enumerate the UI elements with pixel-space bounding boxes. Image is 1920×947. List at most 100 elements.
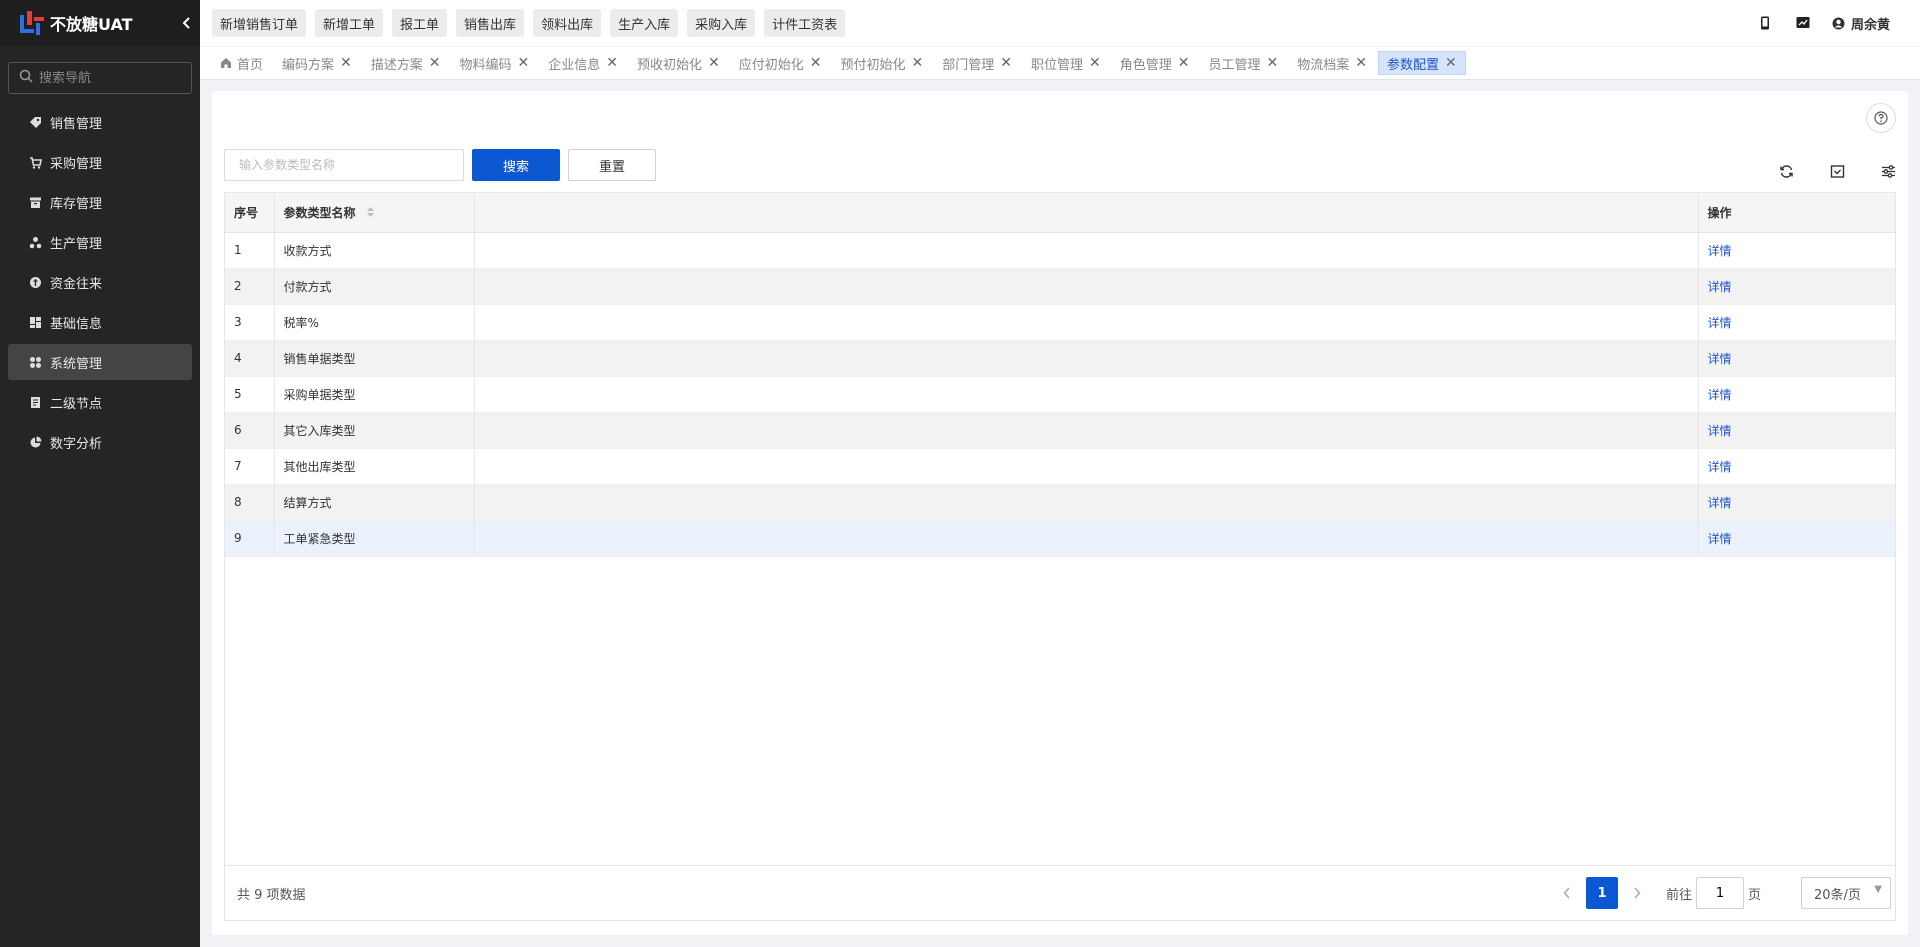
close-icon[interactable]: ✕ xyxy=(429,55,441,71)
prev-page-icon[interactable] xyxy=(1552,877,1582,909)
sidebar-item-production[interactable]: 生产管理 xyxy=(8,224,192,260)
cell-name: 其他出库类型 xyxy=(274,448,475,485)
reset-button[interactable]: 重置 xyxy=(568,149,656,181)
quick-production-inbound-button[interactable]: 生产入库 xyxy=(610,9,679,37)
tab-home[interactable]: 首页 xyxy=(212,51,271,75)
close-icon[interactable]: ✕ xyxy=(1445,55,1457,71)
col-header-name[interactable]: 参数类型名称 xyxy=(274,193,475,233)
close-icon[interactable]: ✕ xyxy=(1355,55,1367,71)
sidebar-item-analytics[interactable]: 数字分析 xyxy=(8,424,192,460)
help-icon[interactable] xyxy=(1866,103,1896,133)
next-page-icon[interactable] xyxy=(1622,877,1652,909)
sort-icon[interactable] xyxy=(366,206,375,221)
quick-purchase-inbound-button[interactable]: 采购入库 xyxy=(687,9,756,37)
column-settings-icon[interactable] xyxy=(1878,161,1898,181)
quick-piecework-wage-button[interactable]: 计件工资表 xyxy=(764,9,846,37)
mobile-icon[interactable] xyxy=(1760,16,1770,30)
tab-label: 预收初始化 xyxy=(637,57,703,73)
tab-payable-init[interactable]: 应付初始化 ✕ xyxy=(731,51,830,75)
tab-prepay-init[interactable]: 预付初始化 ✕ xyxy=(833,51,932,75)
page-number-current[interactable]: 1 xyxy=(1585,877,1618,909)
tab-role[interactable]: 角色管理 ✕ xyxy=(1112,51,1198,75)
goto-page-input[interactable] xyxy=(1695,877,1744,909)
close-icon[interactable]: ✕ xyxy=(1267,55,1279,71)
detail-link[interactable]: 详情 xyxy=(1698,484,1895,521)
cell-blank xyxy=(474,232,1699,269)
page-size-select[interactable]: 20条/页 ▼ xyxy=(1801,877,1891,909)
close-icon[interactable]: ✕ xyxy=(1089,55,1101,71)
sidebar-item-funds[interactable]: 资金往来 xyxy=(8,264,192,300)
collapse-sidebar-icon[interactable] xyxy=(174,14,200,33)
refresh-icon[interactable] xyxy=(1776,161,1796,181)
quick-work-report-button[interactable]: 报工单 xyxy=(392,9,448,37)
brand-logo-icon xyxy=(20,11,44,35)
detail-link[interactable]: 详情 xyxy=(1698,304,1895,341)
tab-employee[interactable]: 员工管理 ✕ xyxy=(1201,51,1287,75)
param-table: 序号 参数类型名称 操作 1 收款方式 详情 2 付款方式 详情 3 税率% 详… xyxy=(225,193,1895,557)
tab-label: 首页 xyxy=(237,57,264,73)
sidebar-item-sales[interactable]: 销售管理 xyxy=(8,104,192,140)
tab-description-scheme[interactable]: 描述方案 ✕ xyxy=(363,51,449,75)
detail-link[interactable]: 详情 xyxy=(1698,376,1895,413)
sidebar-item-system[interactable]: 系统管理 xyxy=(8,344,192,380)
cell-index: 9 xyxy=(225,520,275,557)
close-icon[interactable]: ✕ xyxy=(1000,55,1012,71)
detail-link[interactable]: 详情 xyxy=(1698,448,1895,485)
cell-name: 销售单据类型 xyxy=(274,340,475,377)
tab-label: 员工管理 xyxy=(1208,57,1261,73)
cell-blank xyxy=(474,376,1699,413)
page-unit-label: 页 xyxy=(1747,887,1761,903)
apps-icon xyxy=(28,355,42,369)
sidebar-item-purchase[interactable]: 采购管理 xyxy=(8,144,192,180)
detail-link[interactable]: 详情 xyxy=(1698,232,1895,269)
export-icon[interactable] xyxy=(1827,161,1847,181)
tab-coding-scheme[interactable]: 编码方案 ✕ xyxy=(274,51,360,75)
tab-parameter-config[interactable]: 参数配置 ✕ xyxy=(1378,51,1466,75)
quick-new-work-order-button[interactable]: 新增工单 xyxy=(315,9,384,37)
screen-chart-icon[interactable] xyxy=(1796,16,1810,30)
quick-new-sales-order-button[interactable]: 新增销售订单 xyxy=(212,9,307,37)
search-button[interactable]: 搜索 xyxy=(472,149,560,181)
cell-index: 6 xyxy=(225,412,275,449)
tab-label: 物流档案 xyxy=(1297,57,1350,73)
quick-sales-outbound-button[interactable]: 销售出库 xyxy=(456,9,525,37)
search-row: 搜索 重置 xyxy=(224,149,656,181)
sidebar-item-label: 采购管理 xyxy=(50,156,103,172)
tab-department[interactable]: 部门管理 ✕ xyxy=(934,51,1020,75)
main-content: 搜索 重置 序号 参数类型名称 xyxy=(212,91,1908,935)
close-icon[interactable]: ✕ xyxy=(912,55,924,71)
close-icon[interactable]: ✕ xyxy=(340,55,352,71)
cell-name: 结算方式 xyxy=(274,484,475,521)
tab-prereceipt-init[interactable]: 预收初始化 ✕ xyxy=(629,51,728,75)
close-icon[interactable]: ✕ xyxy=(606,55,618,71)
param-type-search-input[interactable] xyxy=(224,149,464,181)
sidebar-item-basic-info[interactable]: 基础信息 xyxy=(8,304,192,340)
page-tabs: 首页 编码方案 ✕ 描述方案 ✕ 物料编码 ✕ 企业信息 ✕ 预收初始化 ✕ 应付初始化 ✕… xyxy=(200,46,1920,80)
sidebar-item-inventory[interactable]: 库存管理 xyxy=(8,184,192,220)
nav-search-input[interactable] xyxy=(39,70,179,86)
close-icon[interactable]: ✕ xyxy=(810,55,822,71)
user-menu[interactable]: 周余黄 xyxy=(1832,14,1890,33)
detail-link[interactable]: 详情 xyxy=(1698,412,1895,449)
table-row: 1 收款方式 详情 xyxy=(225,232,1895,269)
quick-material-outbound-button[interactable]: 领料出库 xyxy=(533,9,602,37)
detail-link[interactable]: 详情 xyxy=(1698,268,1895,305)
sidebar-item-label: 生产管理 xyxy=(50,236,103,252)
detail-link[interactable]: 详情 xyxy=(1698,520,1895,557)
cell-index: 4 xyxy=(225,340,275,377)
cell-blank xyxy=(474,268,1699,305)
user-avatar-icon xyxy=(1832,17,1845,30)
tab-material-code[interactable]: 物料编码 ✕ xyxy=(452,51,538,75)
tab-company-info[interactable]: 企业信息 ✕ xyxy=(540,51,626,75)
close-icon[interactable]: ✕ xyxy=(708,55,720,71)
tab-logistics[interactable]: 物流档案 ✕ xyxy=(1289,51,1375,75)
close-icon[interactable]: ✕ xyxy=(1178,55,1190,71)
detail-link[interactable]: 详情 xyxy=(1698,340,1895,377)
close-icon[interactable]: ✕ xyxy=(518,55,530,71)
sidebar-item-secondary-node[interactable]: 二级节点 xyxy=(8,384,192,420)
pagination: 1 前往 页 20条/页 ▼ xyxy=(1552,877,1891,909)
nav-search-box[interactable] xyxy=(8,62,192,94)
tab-position[interactable]: 职位管理 ✕ xyxy=(1023,51,1109,75)
tab-label: 部门管理 xyxy=(942,57,995,73)
archive-icon xyxy=(28,195,42,209)
